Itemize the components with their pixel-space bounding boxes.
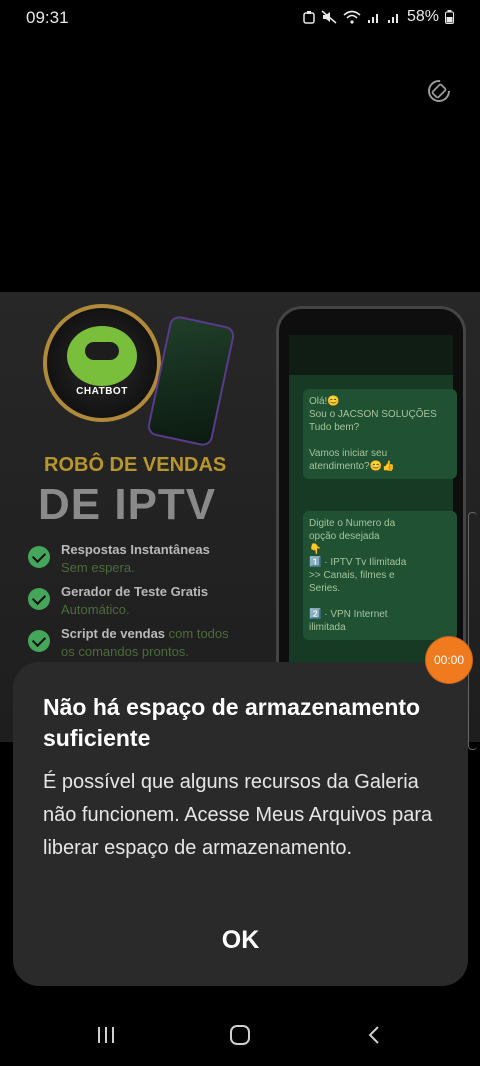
recent-apps-icon [98,1027,114,1043]
robot-eyes [85,342,119,360]
chatbot-logo: CHATBOT [43,304,161,422]
chat-header [289,335,453,375]
logo-text: CHATBOT [76,386,128,397]
rotate-screen-button[interactable] [424,76,454,106]
chat-line: Tudo bem? [309,422,360,433]
chat-line: 👇 [309,544,322,555]
chat-line: atendimento?😊👍 [309,461,395,472]
feature-title: Script de vendas com todos [61,626,229,641]
chat-bubble: Olá!😊 Sou o JACSON SOLUÇÕES Tudo bem? Va… [303,389,457,479]
promo-title: ROBÔ DE VENDAS [44,454,227,476]
feature-title: Respostas Instantâneas [61,542,210,557]
signal-icon [367,14,378,23]
robot-face-icon [67,326,137,386]
chat-line [309,595,451,608]
chat-line: Sou o JACSON SOLUÇÕES [309,409,437,420]
navigation-bar [0,1006,480,1066]
small-phone-image [146,314,236,448]
phone-mockup: Olá!😊 Sou o JACSON SOLUÇÕES Tudo bem? Va… [276,306,466,686]
chat-line: Vamos iniciar seu [309,448,388,459]
chat-line [309,434,451,447]
feature-title-bold: Script de vendas [61,626,166,641]
storage-warning-dialog: Não há espaço de armazenamento suficient… [13,662,468,986]
mute-icon [321,10,337,24]
chat-line: opção desejada [309,531,380,542]
chat-line: Series. [309,583,341,594]
feature-title-rest: com todos [165,626,229,641]
dialog-message: É possível que alguns recursos da Galeri… [43,771,433,859]
promo-headline: DE IPTV [38,480,217,529]
chat-background: Olá!😊 Sou o JACSON SOLUÇÕES Tudo bem? Va… [289,335,457,683]
home-button[interactable] [222,1020,258,1050]
battery-icon [445,10,454,24]
check-icon [28,630,50,652]
feature-subtitle: os comandos prontos. [61,644,189,659]
check-icon [28,546,50,568]
chat-line: ilimitada [309,622,346,633]
chat-line: 2️⃣ · VPN Internet [309,609,388,620]
feature-subtitle: Sem espera. [61,560,135,575]
chat-line: Olá!😊 [309,396,340,407]
recent-apps-button[interactable] [88,1020,124,1050]
ok-button[interactable]: OK [183,918,298,962]
rotate-icon [428,80,450,102]
wifi-icon [343,10,361,24]
status-bar: 09:31 58% [0,0,480,36]
home-icon [230,1025,250,1045]
back-icon [368,1026,379,1044]
check-icon [28,588,50,610]
status-icons: 58% [303,8,454,26]
dialog-title: Não há espaço de armazenamento suficient… [43,694,421,751]
dnd-icon [303,11,315,24]
chat-line: 1️⃣ · IPTV Tv Ilimitada [309,557,407,568]
chat-bubble: Digite o Numero da opção desejada 👇 1️⃣ … [303,511,457,640]
recording-timer[interactable]: 00:00 [426,637,472,683]
battery-percent: 58% [406,8,439,25]
back-button[interactable] [356,1020,392,1050]
feature-subtitle: Automático. [61,602,130,617]
feature-title: Gerador de Teste Gratis [61,584,209,599]
signal-icon [387,14,398,23]
chat-line: Digite o Numero da [309,518,396,529]
edge-panel-handle[interactable] [468,512,477,750]
chat-line: >> Canais, filmes e [309,570,395,581]
status-time: 09:31 [26,8,69,27]
